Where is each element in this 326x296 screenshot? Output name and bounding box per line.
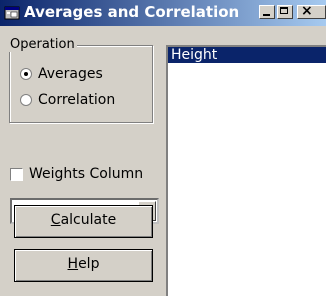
help-button[interactable]: Help bbox=[14, 249, 153, 282]
help-label: elp bbox=[78, 256, 100, 272]
app-window-icon bbox=[4, 6, 20, 20]
weights-column-label: Weights Column bbox=[29, 166, 144, 182]
radio-correlation-button[interactable] bbox=[20, 94, 32, 106]
radio-averages-label: Averages bbox=[38, 66, 103, 82]
list-item[interactable]: Height bbox=[168, 47, 326, 63]
maximize-button[interactable] bbox=[277, 5, 293, 19]
radio-correlation-label: Correlation bbox=[38, 92, 116, 108]
help-mnemonic: H bbox=[67, 256, 79, 272]
radio-averages-button[interactable] bbox=[20, 68, 32, 80]
operation-group bbox=[9, 45, 153, 123]
close-button[interactable]: × bbox=[297, 3, 326, 19]
window-title: Averages and Correlation bbox=[24, 3, 240, 21]
radio-averages[interactable]: Averages bbox=[20, 66, 103, 82]
weights-column-checkbox-row[interactable]: Weights Column bbox=[10, 166, 143, 182]
minimize-button[interactable] bbox=[259, 5, 275, 19]
close-icon: × bbox=[301, 3, 313, 19]
calculate-button[interactable]: Calculate bbox=[14, 205, 153, 238]
calculate-label: alculate bbox=[60, 212, 117, 228]
title-bar[interactable]: Averages and Correlation × bbox=[0, 0, 326, 26]
calculate-mnemonic: C bbox=[50, 212, 61, 228]
operation-group-label: Operation bbox=[8, 37, 77, 52]
weights-column-checkbox[interactable] bbox=[10, 167, 23, 181]
column-list[interactable]: Height bbox=[166, 45, 326, 296]
radio-correlation[interactable]: Correlation bbox=[20, 92, 115, 108]
